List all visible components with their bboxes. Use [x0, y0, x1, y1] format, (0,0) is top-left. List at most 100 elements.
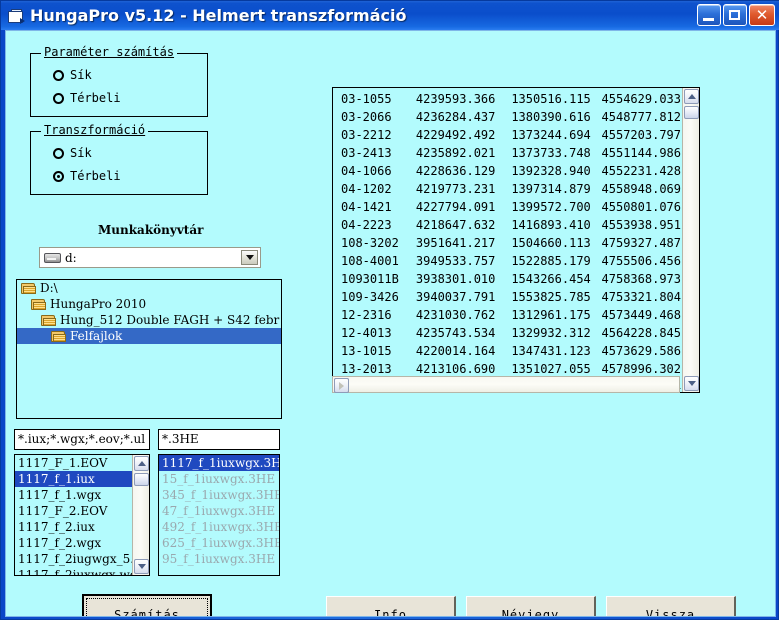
list-item[interactable]: 1117_F_2.EOV [15, 503, 149, 519]
tree-item-selected[interactable]: Felfajlok [17, 328, 281, 344]
cell-id: 13-1015 [341, 344, 392, 358]
tree-item[interactable]: Hung_512 Double FAGH + S42 febr 25 [17, 312, 281, 328]
cell-id: 12-2316 [341, 308, 392, 322]
list-item-selected[interactable]: 1117_f_1.iux [15, 471, 149, 487]
folder-icon [31, 298, 47, 311]
radio-transform-sik[interactable]: Sík [53, 146, 92, 160]
close-button[interactable]: ✕ [749, 4, 775, 26]
scroll-right-button[interactable] [334, 378, 349, 393]
table-row: 03-2066 4236284.437 1380390.616 4548777.… [333, 108, 681, 126]
folder-icon-open [51, 330, 67, 343]
tree-item-label: Hung_512 Double FAGH + S42 febr 25 [60, 313, 282, 327]
list-item[interactable]: 345_f_1iuxwgx.3HE [159, 487, 279, 503]
parameter-calculation-group: Paraméter számítás Sík Térbeli [30, 45, 208, 117]
cell-id: 04-1202 [341, 182, 392, 196]
scroll-up-button[interactable] [134, 456, 149, 471]
table-row: 03-1055 4239593.366 1350516.115 4554629.… [333, 90, 681, 108]
cell-y: 1350516.115 [511, 92, 591, 106]
cell-y: 1392328.940 [511, 164, 591, 178]
cell-z: 4573449.468 [601, 308, 681, 322]
list-item[interactable]: 625_f_1iuxwgx.3HE [159, 535, 279, 551]
calculate-button[interactable]: Számítás [82, 594, 212, 617]
tree-item[interactable]: HungaPro 2010 [17, 296, 281, 312]
about-button[interactable]: Névjegy [466, 596, 596, 616]
chevron-down-icon[interactable] [241, 250, 258, 265]
directory-tree[interactable]: D:\ HungaPro 2010 Hung_512 Double FAGH +… [16, 279, 282, 419]
scroll-down-button[interactable] [134, 559, 149, 574]
coordinate-data-panel[interactable]: 03-1055 4239593.366 1350516.115 4554629.… [332, 87, 700, 393]
cell-id: 04-2223 [341, 218, 392, 232]
cell-z: 4551144.986 [601, 146, 681, 160]
left-file-mask[interactable]: *.iux;*.wgx;*.eov;*.ul [14, 429, 150, 450]
scroll-up-button[interactable] [684, 89, 699, 104]
cell-x: 3949533.757 [415, 254, 496, 268]
cell-x: 4229492.492 [415, 128, 496, 142]
list-item[interactable]: 1117_f_1.wgx [15, 487, 149, 503]
data-panel-scrollbar[interactable] [682, 88, 699, 392]
list-item[interactable]: 492_f_1iuxwgx.3HE [159, 519, 279, 535]
scroll-thumb[interactable] [134, 473, 149, 486]
table-row: 13-1015 4220014.164 1347431.123 4573629.… [333, 342, 681, 360]
list-item[interactable]: 1117_f_2.iux [15, 519, 149, 535]
back-button[interactable]: Vissza [606, 596, 736, 616]
cell-z: 4759327.487 [601, 236, 681, 250]
cell-x: 4231030.762 [415, 308, 496, 322]
close-icon: ✕ [755, 6, 769, 24]
calculate-button-label: Számítás [114, 608, 180, 617]
tree-item[interactable]: D:\ [17, 280, 281, 296]
cell-y: 1329932.312 [511, 326, 591, 340]
cell-z: 4558948.069 [601, 182, 681, 196]
window-title: HungaPro v5.12 - Helmert transzformáció [30, 6, 407, 25]
right-file-mask[interactable]: *.3HE [158, 429, 280, 450]
info-button-label: Info [374, 607, 407, 617]
data-panel-horizontal-scrollbar[interactable] [332, 376, 680, 393]
drive-select[interactable]: d: [39, 247, 261, 268]
list-item[interactable]: 1117_f_2iugwgx_5. [15, 551, 149, 567]
radio-parameter-terbeli[interactable]: Térbeli [53, 91, 121, 105]
list-item[interactable]: 47_f_1iuxwgx.3HE [159, 503, 279, 519]
cell-z: 4554629.033 [601, 92, 681, 106]
cell-x: 4218647.632 [415, 218, 496, 232]
folder-icon [21, 282, 37, 295]
cell-x: 4219773.231 [415, 182, 496, 196]
cell-y: 1312961.175 [511, 308, 591, 322]
minimize-button[interactable] [697, 4, 721, 26]
table-row: 04-1421 4227794.091 1399572.700 4550801.… [333, 198, 681, 216]
list-item[interactable]: 15_f_1iuxwgx.3HE [159, 471, 279, 487]
cell-id: 03-2212 [341, 128, 392, 142]
list-item[interactable]: 1117_F_1.EOV [15, 455, 149, 471]
table-row: 12-4013 4235743.534 1329932.312 4564228.… [333, 324, 681, 342]
app-folder-icon [7, 7, 25, 25]
cell-y: 1397314.879 [511, 182, 591, 196]
scroll-down-button[interactable] [684, 376, 699, 391]
radio-transform-terbeli[interactable]: Térbeli [53, 169, 121, 183]
cell-z: 4755506.456 [601, 254, 681, 268]
list-item-selected[interactable]: 1117_f_1iuxwgx.3HE [159, 455, 279, 471]
tree-item-label: D:\ [40, 281, 58, 295]
cell-x: 4235743.534 [415, 326, 496, 340]
info-button[interactable]: Info [326, 596, 456, 617]
left-file-list[interactable]: 1117_F_1.EOV 1117_f_1.iux 1117_f_1.wgx 1… [14, 454, 150, 576]
transformation-group: Transzformáció Sík Térbeli [30, 123, 208, 195]
cell-z: 4548777.812 [601, 110, 681, 124]
tree-item-label: HungaPro 2010 [50, 297, 147, 311]
maximize-button[interactable] [723, 4, 747, 26]
list-item[interactable]: 1117_f_2iuxwgx.wg [15, 567, 149, 575]
cell-id: 12-4013 [341, 326, 392, 340]
cell-id: 04-1421 [341, 200, 392, 214]
cell-y: 1553825.785 [511, 290, 591, 304]
scroll-thumb[interactable] [684, 106, 699, 119]
minimize-icon [703, 18, 714, 21]
radio-indicator [53, 170, 64, 182]
cell-id: 1093011B [341, 272, 399, 286]
list-item[interactable]: 1117_f_2.wgx [15, 535, 149, 551]
transformation-title: Transzformáció [41, 123, 149, 137]
radio-parameter-sik[interactable]: Sík [53, 68, 92, 82]
left-list-scrollbar[interactable] [132, 455, 149, 575]
table-row: 12-2316 4231030.762 1312961.175 4573449.… [333, 306, 681, 324]
cell-y: 1522885.179 [511, 254, 591, 268]
list-item[interactable]: 95_f_1iuxwgx.3HE [159, 551, 279, 567]
cell-y: 1380390.616 [511, 110, 591, 124]
radio-label: Sík [70, 146, 92, 160]
right-file-list[interactable]: 1117_f_1iuxwgx.3HE 15_f_1iuxwgx.3HE 345_… [158, 454, 280, 576]
